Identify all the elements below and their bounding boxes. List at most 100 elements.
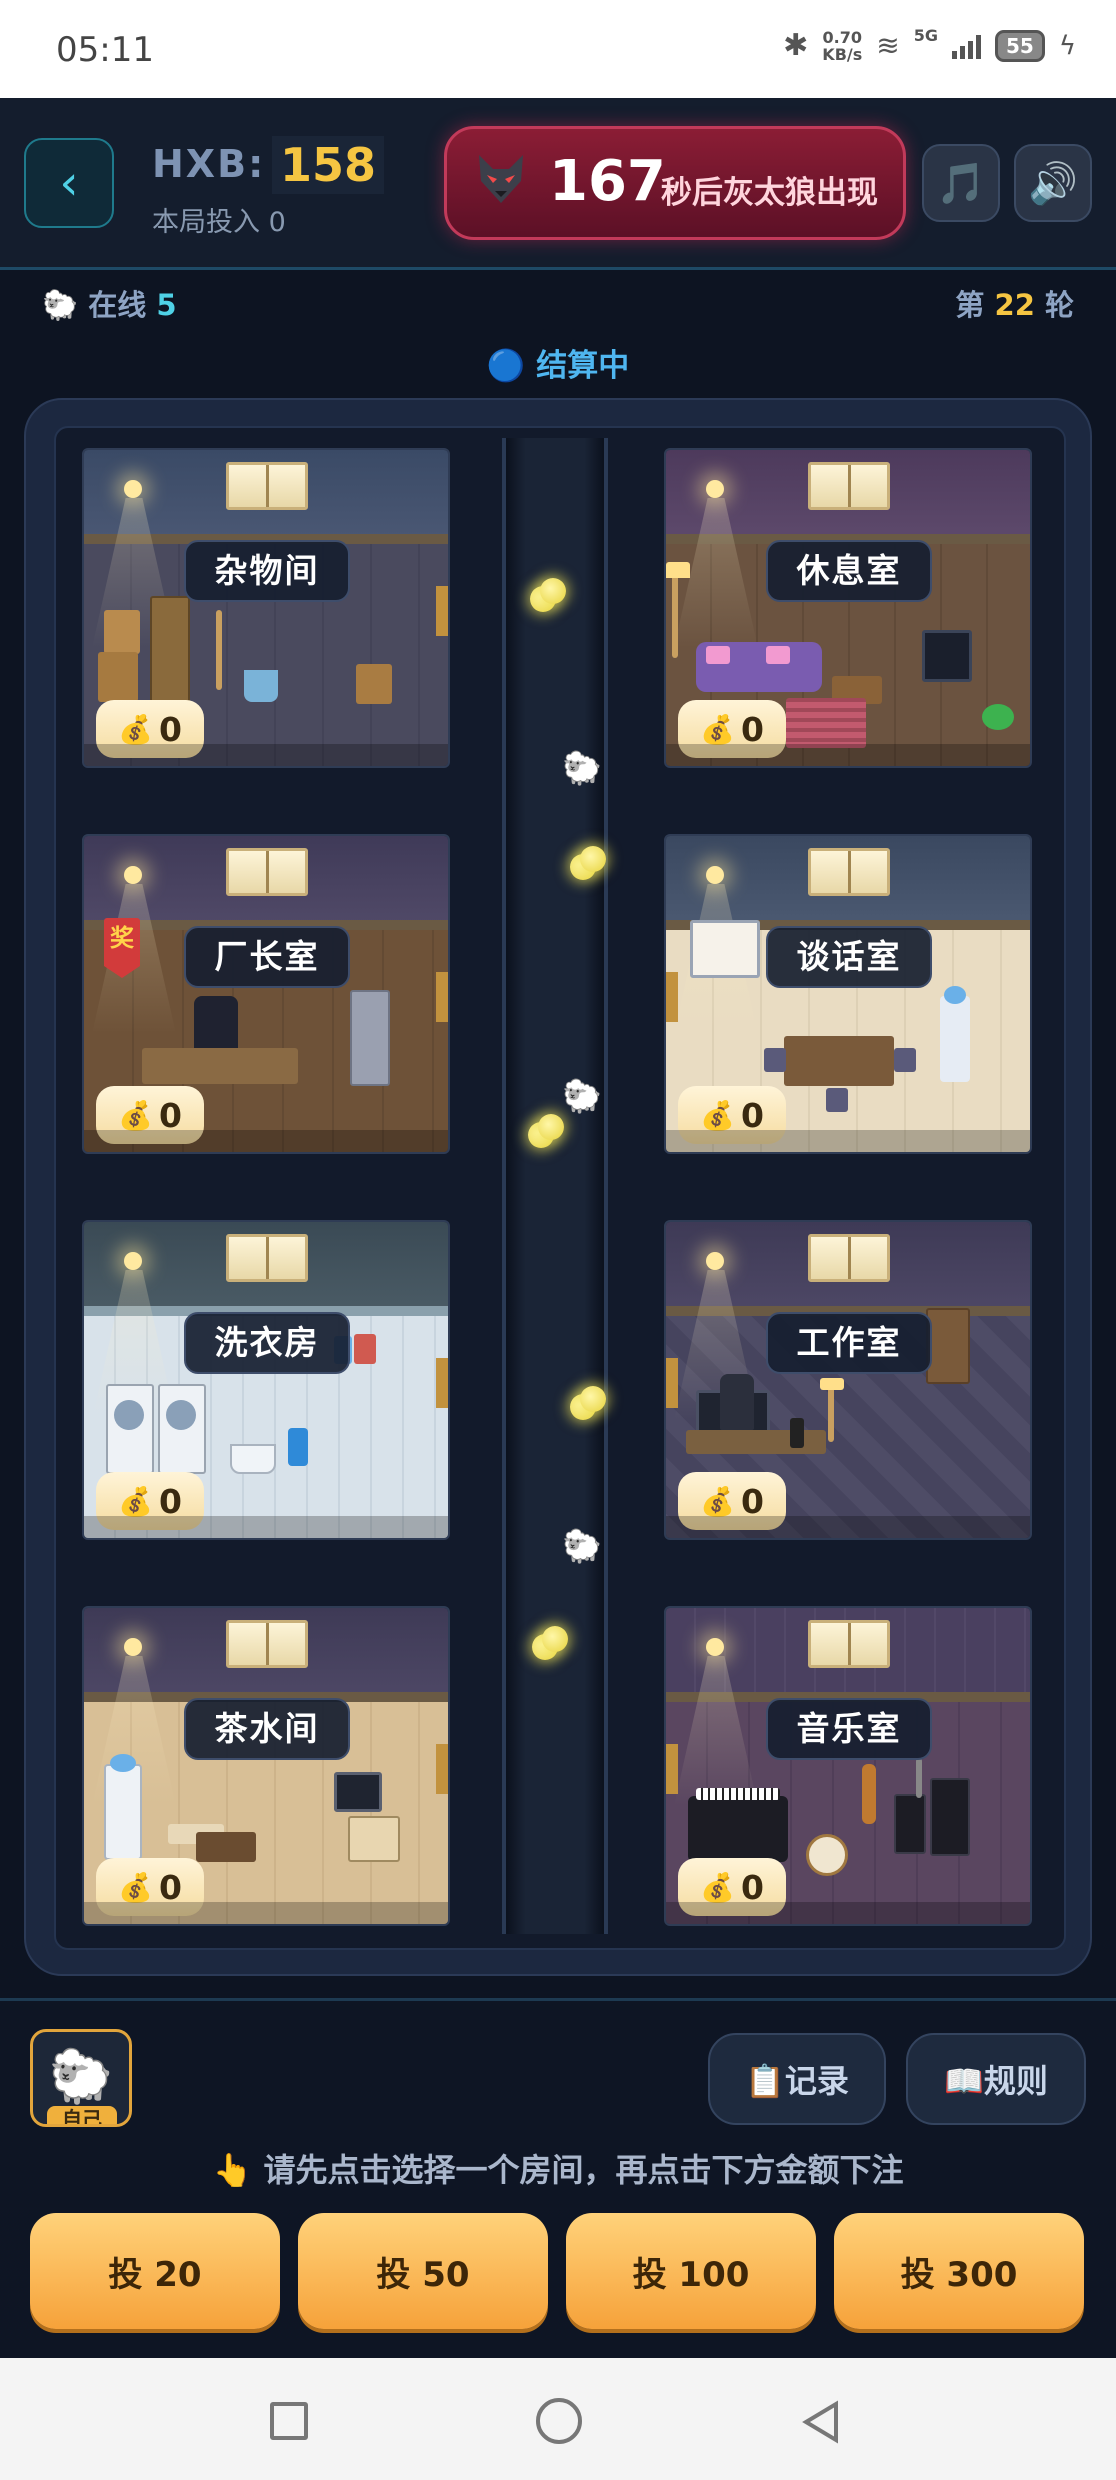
window-icon	[808, 848, 890, 896]
room-name: 杂物间	[184, 540, 350, 602]
money-bag-icon: 💰	[700, 1484, 735, 1518]
lamp-icon	[706, 1638, 724, 1656]
money-bag-icon: 💰	[700, 1098, 735, 1132]
room-name: 厂长室	[184, 926, 350, 988]
rules-button[interactable]: 📖规则	[906, 2033, 1086, 2125]
chair-icon	[764, 1048, 786, 1072]
room-floor-edge	[84, 744, 448, 766]
sheep-icon: 🐑	[562, 749, 602, 787]
room-music[interactable]: 音乐室 💰 0	[664, 1606, 1032, 1926]
water-dispenser-icon	[104, 1764, 142, 1860]
bet-300-button[interactable]: 投 300	[834, 2213, 1084, 2329]
room-lounge[interactable]: 休息室 💰 0	[664, 448, 1032, 768]
sound-button[interactable]: 🔊	[1014, 144, 1092, 222]
room-floor-edge	[666, 1130, 1030, 1152]
speaker-icon	[930, 1778, 970, 1856]
room-laundry[interactable]: 洗衣房 💰 0	[82, 1220, 450, 1540]
coin-icon	[528, 1114, 568, 1154]
lampshade-icon	[666, 562, 690, 578]
lamp-icon	[706, 1252, 724, 1270]
bluetooth-icon: ✱	[783, 28, 809, 63]
room-studio[interactable]: 工作室 💰 0	[664, 1220, 1032, 1540]
sheep-icon: 🐑	[42, 288, 79, 322]
coin-icon	[530, 578, 570, 618]
chair-icon	[826, 1088, 848, 1112]
settle-status: 🔵 结算中	[486, 348, 630, 384]
desk-icon	[686, 1430, 826, 1454]
rug-icon	[786, 698, 866, 748]
network-speed: 0.70 KB/s	[822, 27, 863, 64]
info-row: 🐑 在线 5 第 22 轮	[0, 276, 1116, 336]
avatar-tag: 自己	[47, 2106, 117, 2124]
window-icon	[226, 462, 308, 510]
office-chair-icon	[194, 996, 238, 1052]
lamp-icon	[124, 480, 142, 498]
player-avatar[interactable]: 🐑 自己	[30, 2029, 132, 2127]
money-bag-icon: 💰	[118, 1098, 153, 1132]
system-nav-bar	[0, 2358, 1116, 2480]
window-icon	[808, 462, 890, 510]
speaker-icon	[790, 1418, 804, 1448]
recents-button[interactable]	[270, 2402, 308, 2440]
sheep-icon: 🐑	[562, 1077, 602, 1115]
water-bottle-icon	[110, 1754, 136, 1772]
wolf-countdown-banner: 167 秒后灰太狼出现	[444, 126, 906, 240]
chair-icon	[894, 1048, 916, 1072]
records-button[interactable]: 📋记录	[708, 2033, 886, 2125]
drum-icon	[806, 1834, 848, 1876]
bet-50-button[interactable]: 投 50	[298, 2213, 548, 2329]
room-meeting[interactable]: 谈话室 💰 0	[664, 834, 1032, 1154]
hint-text: 👆 请先点击选择一个房间，再点击下方金额下注	[212, 2151, 904, 2189]
lamp-icon	[124, 1252, 142, 1270]
floor-lamp-icon	[672, 568, 678, 658]
countdown-text: 秒后灰太狼出现	[661, 175, 878, 211]
money-bag-icon: 💰	[118, 1870, 153, 1904]
room-floor-edge	[84, 1902, 448, 1924]
bet-20-button[interactable]: 投 20	[30, 2213, 280, 2329]
room-name: 洗衣房	[184, 1312, 350, 1374]
back-button[interactable]: ‹	[24, 138, 114, 228]
room-floor-edge	[666, 1902, 1030, 1924]
water-bottle-icon	[944, 986, 966, 1004]
status-dot-icon: 🔵	[486, 348, 526, 384]
microwave-icon	[334, 1772, 382, 1812]
box-icon	[356, 664, 392, 704]
meeting-table-icon	[784, 1036, 894, 1086]
home-button[interactable]	[536, 2398, 582, 2444]
lampshade-icon	[820, 1378, 844, 1390]
tv-icon	[922, 630, 972, 682]
box-icon	[104, 610, 140, 654]
desk-icon	[142, 1048, 298, 1084]
speaker-icon: 🔊	[1028, 160, 1078, 207]
room-pantry[interactable]: 茶水间 💰 0	[82, 1606, 450, 1926]
round-number: 第 22 轮	[955, 288, 1074, 322]
back-nav-button[interactable]	[800, 2400, 844, 2444]
chair-icon	[720, 1374, 754, 1430]
door-icon	[436, 586, 448, 636]
door-icon	[436, 1744, 448, 1794]
speaker-icon	[894, 1794, 926, 1854]
door-icon	[666, 1358, 678, 1408]
washer-door-icon	[166, 1400, 196, 1430]
window-icon	[808, 1620, 890, 1668]
award-banner: 奖	[104, 918, 140, 978]
lamp-icon	[706, 480, 724, 498]
cabinet-icon	[150, 596, 190, 706]
whiteboard-icon	[690, 920, 760, 978]
room-storage[interactable]: 杂物间 💰 0	[82, 448, 450, 768]
coin-icon	[532, 1626, 572, 1666]
room-name: 谈话室	[766, 926, 932, 988]
lamp-icon	[124, 1638, 142, 1656]
bet-100-button[interactable]: 投 100	[566, 2213, 816, 2329]
online-count: 🐑 在线 5	[42, 288, 177, 322]
laundry-basket-icon	[230, 1444, 276, 1474]
money-bag-icon: 💰	[118, 1484, 153, 1518]
system-status-bar: 05:11 ✱ 0.70 KB/s ≋ 5G 55 ϟ	[0, 0, 1116, 98]
file-cabinet-icon	[350, 990, 390, 1086]
room-director[interactable]: 奖 厂长室 💰 0	[82, 834, 450, 1154]
money-bag-icon: 💰	[700, 712, 735, 746]
room-name: 茶水间	[184, 1698, 350, 1760]
box-icon	[98, 652, 138, 702]
door-icon	[666, 972, 678, 1022]
music-button[interactable]: 🎵	[922, 144, 1000, 222]
